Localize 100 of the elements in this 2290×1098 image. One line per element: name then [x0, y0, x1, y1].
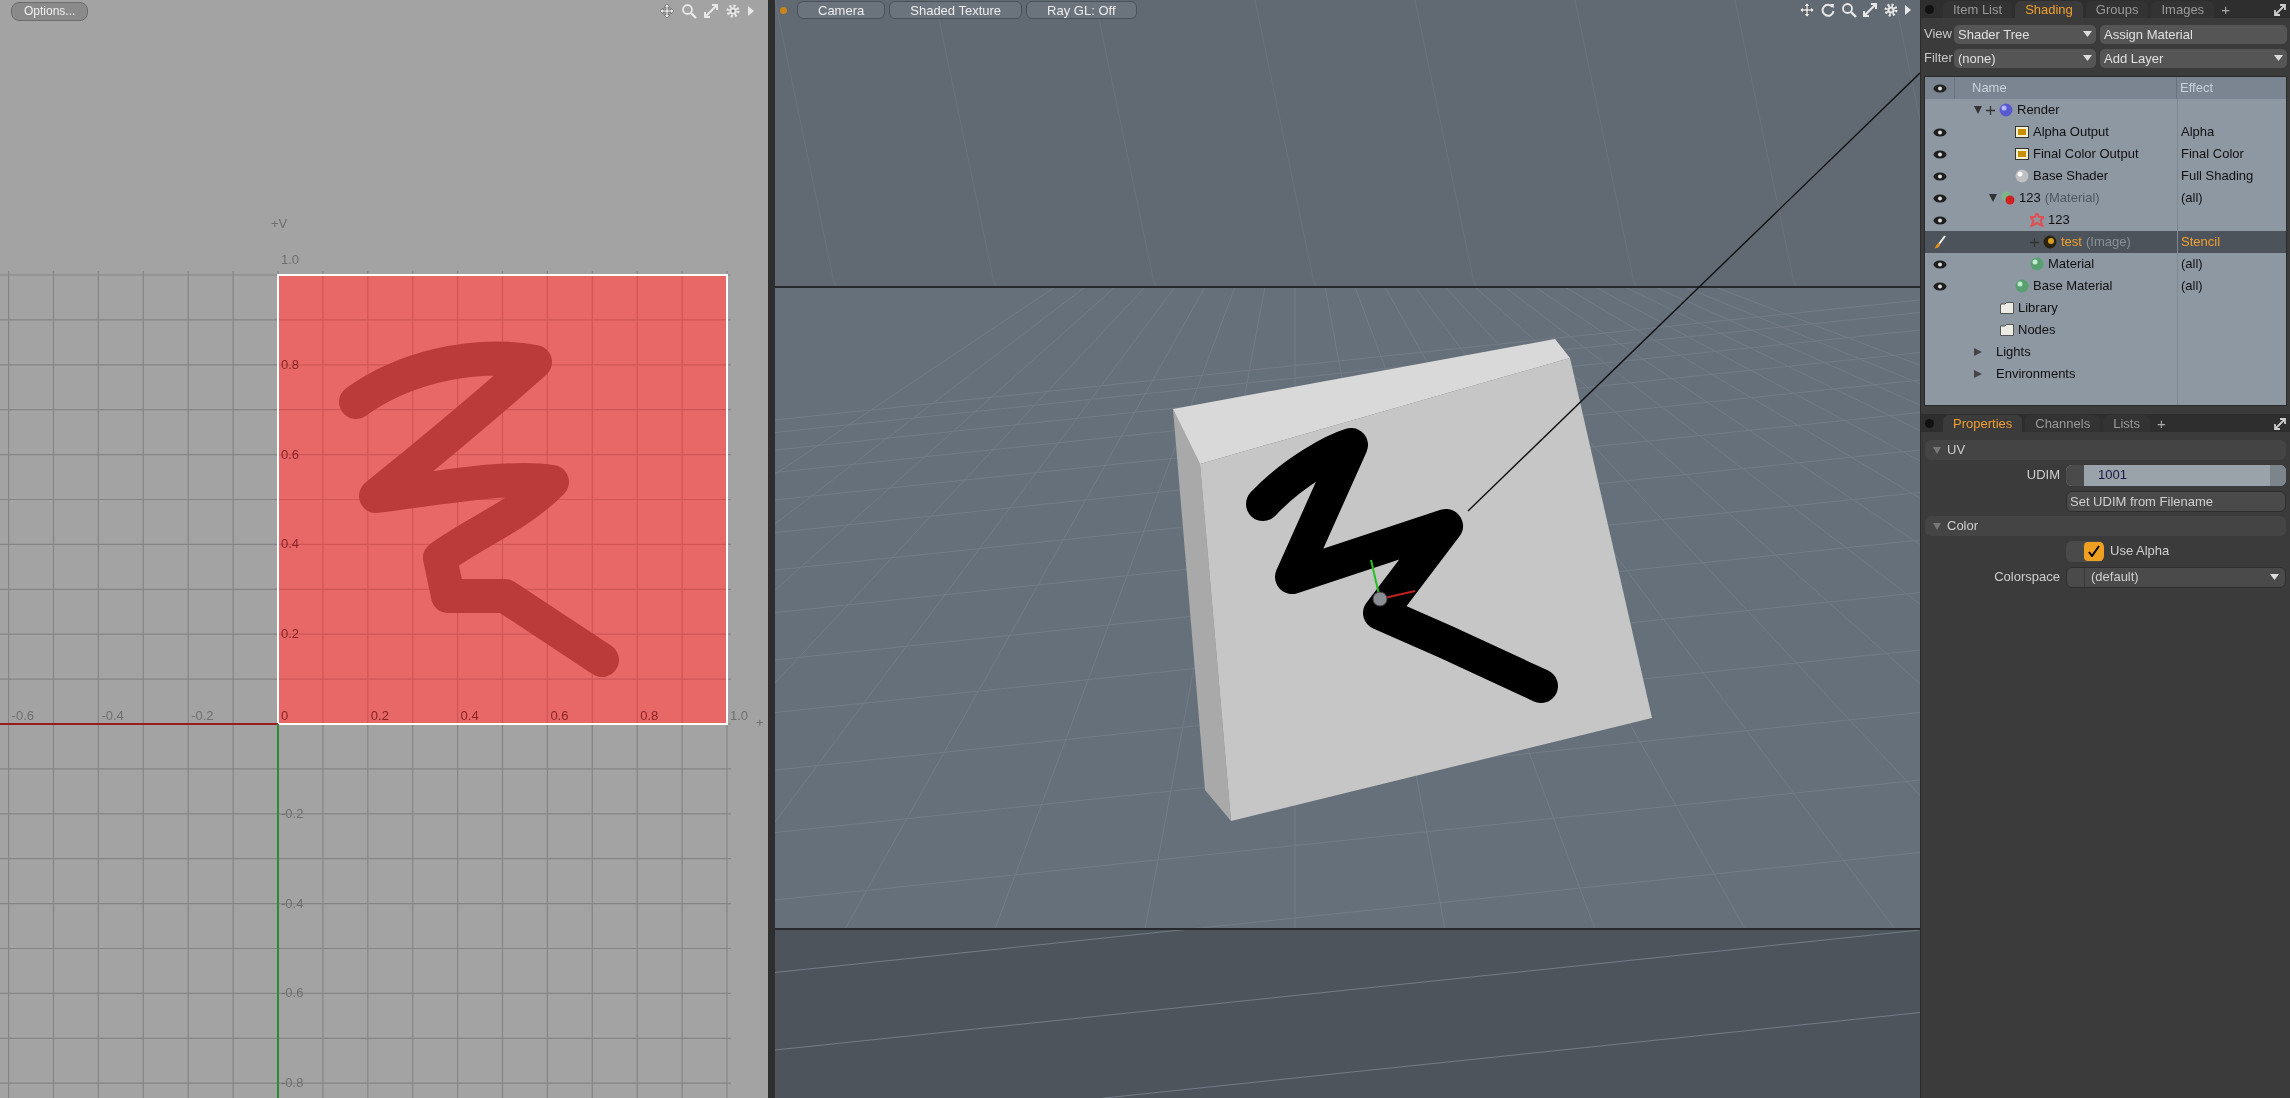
panel-tab[interactable]: Shading: [2015, 1, 2083, 18]
tree-row[interactable]: 123 (Material) (all): [1925, 187, 2286, 209]
search-icon[interactable]: [1841, 2, 1857, 18]
panel-tab[interactable]: Channels: [2025, 415, 2101, 432]
panel-tab[interactable]: Images: [2151, 1, 2215, 18]
eye-icon[interactable]: [1933, 281, 1947, 291]
field-label: Colorspace: [1994, 568, 2060, 587]
item-name: Nodes: [2018, 321, 2056, 340]
gizmo-drawing: [1370, 559, 1416, 607]
collapse-arrow-icon[interactable]: [1974, 370, 1982, 378]
image-icon: [2015, 125, 2029, 139]
move-icon[interactable]: [659, 3, 675, 19]
viewport-button[interactable]: Shaded Texture: [889, 1, 1023, 19]
number-field[interactable]: 1001: [2066, 464, 2286, 486]
viewport-button[interactable]: Camera: [797, 1, 886, 19]
item-type: (Image): [2085, 233, 2131, 252]
section-header[interactable]: UV: [1925, 440, 2286, 460]
dropdown-caret-icon: [2083, 31, 2092, 37]
expand-arrow-icon[interactable]: [1989, 194, 1997, 202]
add-tab-button[interactable]: +: [2152, 415, 2170, 432]
tick-label: 0.4: [460, 708, 479, 723]
tree-row[interactable]: Alpha Output Alpha: [1925, 121, 2286, 143]
dropdown[interactable]: Add Layer: [2100, 48, 2287, 68]
item-effect: Alpha: [2181, 123, 2215, 142]
checkbox-label: Use Alpha: [2110, 542, 2170, 561]
sphere-icon: [2015, 279, 2029, 293]
rotate-icon[interactable]: [1820, 2, 1836, 18]
expand-arrow-icon[interactable]: [1974, 106, 1982, 114]
item-name: 123: [2048, 211, 2070, 230]
plus-icon[interactable]: [1986, 105, 1995, 115]
item-name: Render: [2017, 101, 2060, 120]
item-name: Alpha Output: [2033, 123, 2109, 142]
folder-icon: [2000, 301, 2014, 315]
maximize-icon[interactable]: [1862, 2, 1878, 18]
item-name: Base Shader: [2033, 167, 2109, 186]
eye-icon[interactable]: [1933, 127, 1947, 137]
item-effect: (all): [2181, 277, 2203, 296]
eye-icon[interactable]: [1933, 149, 1947, 159]
viewport-button[interactable]: Ray GL: Off: [1026, 1, 1137, 19]
expand-arrow-icon: [1933, 522, 1941, 530]
sphere-icon: [2030, 257, 2044, 271]
dropdown[interactable]: (none): [1954, 48, 2096, 68]
assign-material-button[interactable]: Assign Material: [2100, 24, 2287, 44]
tick-label: 0.2: [370, 708, 389, 723]
tick-label: 0.2: [281, 626, 300, 642]
collapse-arrow-icon[interactable]: [1974, 348, 1982, 356]
eye-icon[interactable]: [1933, 215, 1947, 225]
eye-icon[interactable]: [1933, 171, 1947, 181]
eye-icon[interactable]: [1933, 193, 1947, 203]
panel-tab[interactable]: Groups: [2085, 1, 2149, 18]
star-icon: [2030, 213, 2044, 227]
expand-arrow-icon: [1933, 446, 1941, 454]
item-effect: Stencil: [2181, 233, 2221, 252]
tree-row[interactable]: Library: [1925, 297, 2286, 319]
tick-label: 0.8: [640, 708, 659, 723]
sphere-icon: [2043, 235, 2057, 249]
item-name: 123: [2019, 189, 2041, 208]
section-header[interactable]: Color: [1925, 516, 2286, 536]
tree-row[interactable]: Material (all): [1925, 253, 2286, 275]
dropdown[interactable]: Shader Tree: [1954, 24, 2096, 44]
panel-tab[interactable]: Lists: [2103, 415, 2150, 432]
tree-row[interactable]: Base Shader Full Shading: [1925, 165, 2286, 187]
settings-icon[interactable]: [1883, 2, 1899, 18]
checkmark-icon: [2088, 545, 2100, 557]
tree-row[interactable]: Lights: [1925, 341, 2286, 363]
set-udim-button[interactable]: Set UDIM from Filename: [2066, 490, 2286, 512]
axis-label: +: [756, 715, 764, 730]
checkbox[interactable]: [2066, 540, 2104, 562]
add-tab-button[interactable]: +: [2217, 1, 2234, 18]
item-name: Base Material: [2033, 277, 2113, 296]
tree-row[interactable]: Final Color Output Final Color: [1925, 143, 2286, 165]
dropdown-caret-icon: [2274, 55, 2283, 61]
item-name: test: [2061, 233, 2082, 252]
panel-tab[interactable]: Item List: [1943, 1, 2013, 18]
eye-icon[interactable]: [1933, 259, 1947, 269]
dropdown-caret-icon: [2083, 55, 2092, 61]
eye-icon[interactable]: [1932, 83, 1947, 93]
field-label: UDIM: [2026, 466, 2060, 485]
tree-row[interactable]: Render: [1925, 99, 2286, 121]
tree-row[interactable]: Base Material (all): [1925, 275, 2286, 297]
item-name: Library: [2018, 299, 2058, 318]
move-icon[interactable]: [1799, 2, 1815, 18]
tick-label: 0.8: [281, 356, 300, 372]
tick-label: 0: [281, 708, 289, 723]
maximize-icon[interactable]: [2274, 4, 2286, 16]
item-effect: (all): [2181, 255, 2203, 274]
tree-row[interactable]: Environments: [1925, 363, 2286, 385]
brush-icon[interactable]: [1934, 235, 1946, 249]
panel-tab[interactable]: Properties: [1943, 415, 2023, 432]
caret-icon[interactable]: [1904, 2, 1912, 18]
tree-row[interactable]: Nodes: [1925, 319, 2286, 341]
maximize-icon[interactable]: [2274, 418, 2286, 430]
dropdown[interactable]: (default): [2066, 566, 2286, 588]
sphere-icon: [2015, 169, 2029, 183]
item-name: Environments: [1996, 365, 2076, 384]
tree-row[interactable]: test (Image) Stencil: [1925, 231, 2286, 253]
image-icon: [2015, 147, 2029, 161]
options-button[interactable]: Options...: [11, 1, 89, 21]
item-effect: Final Color: [2181, 145, 2244, 164]
sphere-icon: [1999, 103, 2013, 117]
